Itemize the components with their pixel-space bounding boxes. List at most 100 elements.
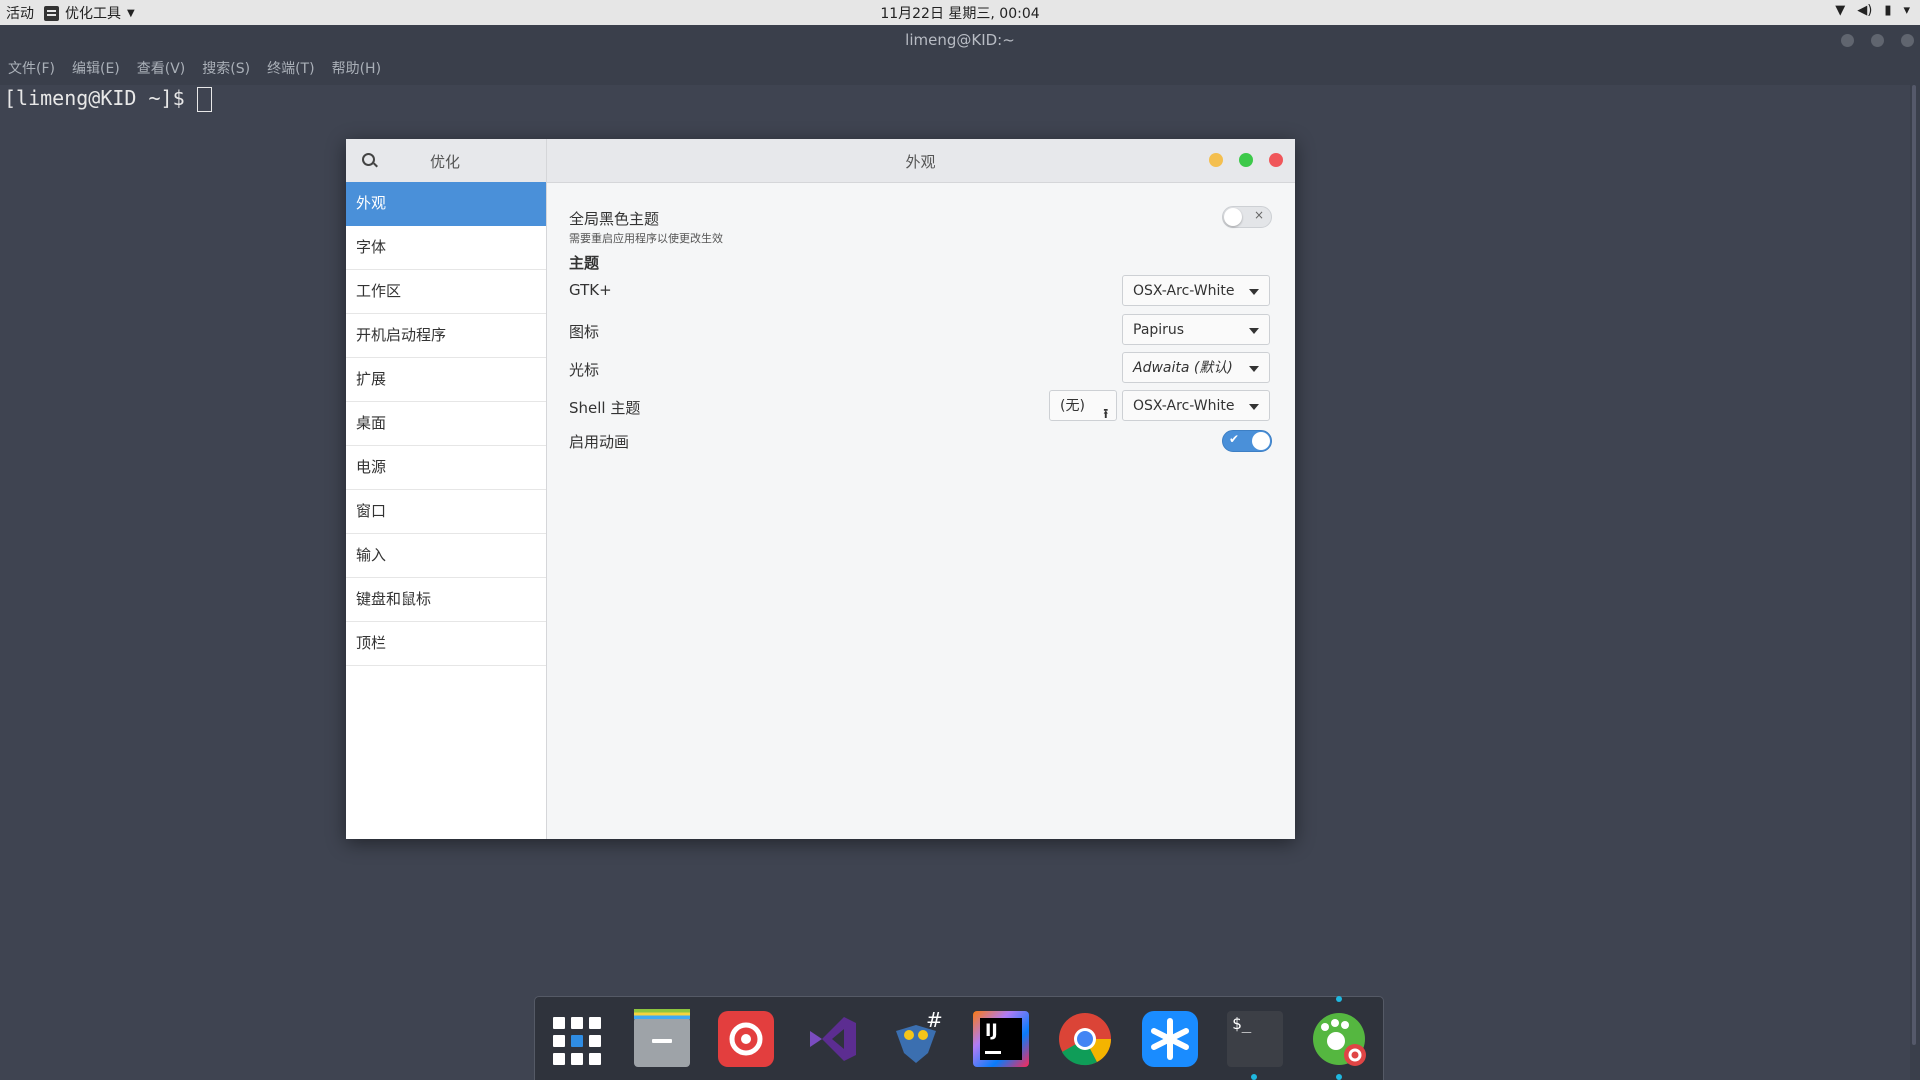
dingtalk-glyph	[1151, 1018, 1189, 1060]
maximize-button[interactable]	[1871, 34, 1884, 47]
running-indicator	[1336, 996, 1342, 1002]
menu-terminal[interactable]: 终端(T)	[267, 58, 314, 78]
close-icon: ×	[1253, 208, 1264, 222]
terminal-icon-label: $_	[1232, 1014, 1252, 1033]
shell-theme-file-button[interactable]: (无) ⭱	[1049, 390, 1117, 422]
sidebar-item-top-bar[interactable]: 顶栏	[346, 622, 546, 666]
intellij-idea-icon[interactable]: IJ	[973, 1011, 1029, 1067]
system-tray[interactable]: ▼ ◀) ▮ ▾	[1835, 3, 1910, 18]
menu-file[interactable]: 文件(F)	[8, 58, 55, 78]
switch-knob	[1252, 432, 1270, 450]
sidebar-item-windows[interactable]: 窗口	[346, 490, 546, 534]
search-icon[interactable]	[362, 153, 375, 166]
switch-knob	[1224, 208, 1242, 226]
shell-theme-value: OSX-Arc-White	[1133, 398, 1235, 414]
chevron-down-icon	[1249, 366, 1259, 372]
visual-studio-code-icon[interactable]	[804, 1011, 860, 1067]
sidebar-item-input[interactable]: 输入	[346, 534, 546, 578]
intellij-label: IJ	[985, 1021, 998, 1041]
netease-music-glyph	[729, 1022, 763, 1056]
tweaks-window: 优化 外观 外观 字体 工作区 开机启动程序 扩展 桌面 电源 窗口 输入 键盘…	[346, 139, 1295, 839]
svg-text:#: #	[926, 1011, 943, 1032]
app-grid-glyph	[549, 1011, 605, 1071]
gtk-label: GTK+	[569, 281, 612, 299]
clock[interactable]: 11月22日 星期三, 00:04	[0, 3, 1920, 23]
terminal-window-controls	[1841, 34, 1914, 47]
terminal-prompt[interactable]: [limeng@KID ~]$	[4, 86, 212, 112]
sidebar-header: 优化	[346, 139, 547, 182]
menu-view[interactable]: 查看(V)	[137, 58, 186, 78]
chevron-down-icon	[1249, 289, 1259, 295]
terminal-icon[interactable]: $_	[1227, 1011, 1283, 1067]
chrome-icon[interactable]	[1057, 1011, 1113, 1067]
running-indicator	[1251, 1074, 1257, 1080]
dingtalk-icon[interactable]	[1142, 1011, 1198, 1067]
upload-icon: ⭱	[1103, 407, 1108, 422]
maximize-button[interactable]	[1239, 153, 1253, 167]
gtk-theme-dropdown[interactable]: OSX-Arc-White	[1122, 275, 1270, 306]
chevron-down-icon: ▾	[1903, 3, 1910, 18]
volume-icon: ◀)	[1857, 3, 1873, 18]
animations-switch[interactable]: ✔	[1222, 430, 1272, 452]
dark-theme-switch[interactable]: ×	[1222, 206, 1272, 228]
terminal-menubar: 文件(F) 编辑(E) 查看(V) 搜索(S) 终端(T) 帮助(H)	[8, 58, 381, 78]
sidebar-item-fonts[interactable]: 字体	[346, 226, 546, 270]
close-button[interactable]	[1901, 34, 1914, 47]
page-title: 外观	[905, 153, 936, 171]
sidebar-item-desktop[interactable]: 桌面	[346, 402, 546, 446]
minimize-button[interactable]	[1841, 34, 1854, 47]
mono-glyph: #	[896, 1008, 943, 1063]
animations-label: 启用动画	[569, 433, 630, 451]
sidebar-item-appearance[interactable]: 外观	[346, 182, 546, 226]
sidebar-item-startup-apps[interactable]: 开机启动程序	[346, 314, 546, 358]
appearance-panel: 全局黑色主题 需要重启应用程序以使更改生效 × 主题 GTK+ OSX-Arc-…	[547, 182, 1295, 839]
menu-search[interactable]: 搜索(S)	[202, 58, 250, 78]
cursor-theme-value: Adwaita (默认)	[1133, 360, 1233, 376]
gnome-tweaks-icon[interactable]	[1311, 1011, 1367, 1067]
sidebar-item-power[interactable]: 电源	[346, 446, 546, 490]
shell-theme-dropdown[interactable]: OSX-Arc-White	[1122, 390, 1270, 421]
files-icon[interactable]	[634, 1009, 690, 1067]
header-bar: 优化 外观	[346, 139, 1295, 183]
chevron-down-icon	[1249, 404, 1259, 410]
terminal-scrollbar[interactable]	[1912, 85, 1916, 1045]
vscode-glyph	[810, 1017, 856, 1061]
dark-theme-label: 全局黑色主题	[569, 210, 660, 228]
intellij-underline	[985, 1051, 1001, 1054]
mono-develop-icon[interactable]: #	[888, 1008, 944, 1067]
top-bar: 活动 优化工具 ▼ 11月22日 星期三, 00:04 ▼ ◀) ▮ ▾	[0, 0, 1920, 25]
dark-theme-sublabel: 需要重启应用程序以使更改生效	[569, 232, 723, 245]
icons-label: 图标	[569, 323, 600, 341]
gtk-theme-value: OSX-Arc-White	[1133, 283, 1235, 299]
cursor-theme-dropdown[interactable]: Adwaita (默认)	[1122, 352, 1270, 383]
sidebar: 外观 字体 工作区 开机启动程序 扩展 桌面 电源 窗口 输入 键盘和鼠标 顶栏	[346, 182, 547, 839]
chrome-glyph	[1059, 1013, 1111, 1066]
sidebar-item-keyboard-mouse[interactable]: 键盘和鼠标	[346, 578, 546, 622]
shell-theme-label: Shell 主题	[569, 399, 641, 417]
running-indicator	[1336, 1074, 1342, 1080]
checkmark-icon: ✔	[1229, 432, 1240, 446]
text-cursor	[196, 87, 212, 112]
dock: # IJ $_	[534, 996, 1384, 1080]
menu-edit[interactable]: 编辑(E)	[72, 58, 120, 78]
minimize-button[interactable]	[1209, 153, 1223, 167]
intellij-inner: IJ	[980, 1018, 1022, 1060]
themes-heading: 主题	[569, 254, 600, 272]
battery-icon: ▮	[1884, 3, 1892, 18]
chevron-down-icon	[1249, 328, 1259, 334]
sidebar-item-workspaces[interactable]: 工作区	[346, 270, 546, 314]
menu-help[interactable]: 帮助(H)	[332, 58, 381, 78]
sidebar-item-extensions[interactable]: 扩展	[346, 358, 546, 402]
app-grid-icon[interactable]	[549, 1011, 605, 1067]
terminal-title: limeng@KID:~	[0, 25, 1920, 55]
tweaks-glyph	[1313, 1013, 1366, 1066]
cursor-label: 光标	[569, 361, 600, 379]
wifi-icon: ▼	[1835, 3, 1846, 18]
window-controls	[1209, 153, 1283, 167]
close-button[interactable]	[1269, 153, 1283, 167]
sidebar-title: 优化	[430, 153, 461, 171]
icons-theme-value: Papirus	[1133, 322, 1185, 338]
prompt-text: [limeng@KID ~]$	[4, 86, 185, 110]
netease-music-icon[interactable]	[718, 1011, 774, 1067]
icons-theme-dropdown[interactable]: Papirus	[1122, 314, 1270, 345]
